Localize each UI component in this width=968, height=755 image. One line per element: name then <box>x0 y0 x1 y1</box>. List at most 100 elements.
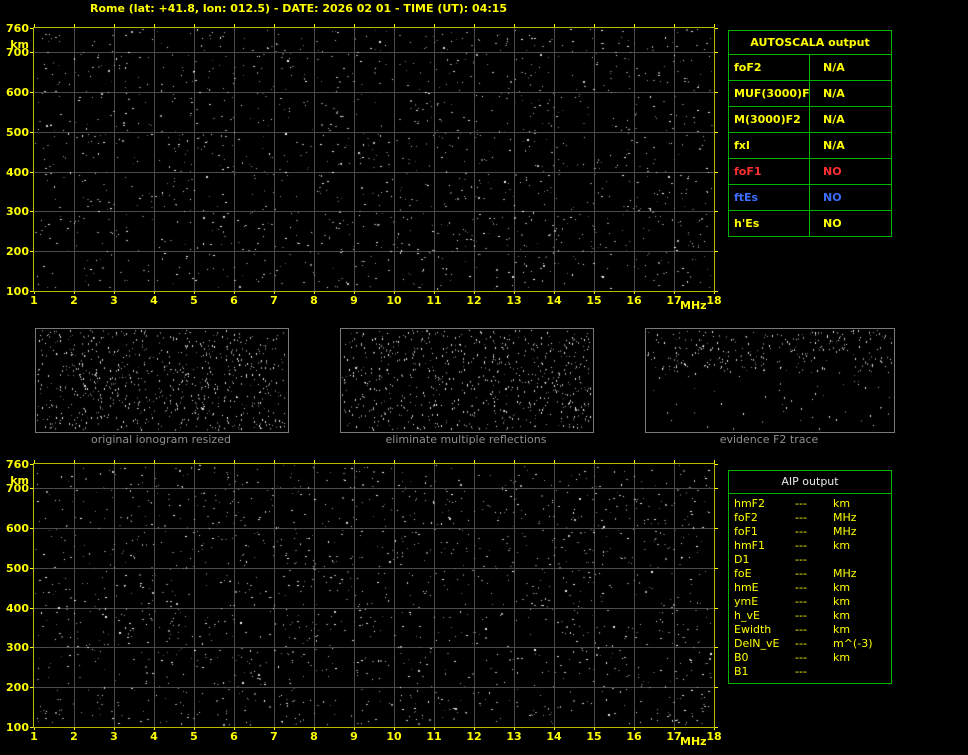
panel-caption: eliminate multiple reflections <box>385 433 547 446</box>
x-axis-tick-label: 3 <box>110 730 118 743</box>
x-axis-tick <box>74 292 75 294</box>
x-axis-tick <box>434 460 435 463</box>
x-axis-tick-label: 14 <box>546 294 562 307</box>
noise-canvas <box>646 329 894 432</box>
x-axis-tick <box>394 24 395 27</box>
y-axis-tick <box>30 727 33 728</box>
x-axis-tick <box>714 292 715 294</box>
x-axis-tick <box>314 460 315 463</box>
aip-param-unit: m^(-3) <box>833 637 873 650</box>
x-axis-tick <box>554 24 555 27</box>
x-axis-tick <box>594 728 595 730</box>
aip-row: B1 --- <box>729 665 891 679</box>
x-axis-unit-label: MHz <box>680 299 707 312</box>
aip-table: AIP output hmF2 --- km foF2 --- MHz foF1 --- MHz… <box>728 470 892 684</box>
aip-param-value: --- <box>795 637 807 650</box>
station-date-title: Rome (lat: +41.8, lon: 012.5) - DATE: 20… <box>90 2 508 15</box>
aip-param-value: --- <box>795 609 807 622</box>
aip-param-value: --- <box>795 497 807 510</box>
aip-row: Ewidth --- km <box>729 623 891 637</box>
aip-row: hmE --- km <box>729 581 891 595</box>
y-axis-tick <box>715 171 718 173</box>
y-axis-tick-label: 200 <box>6 245 29 259</box>
x-axis-tick <box>154 24 155 27</box>
x-axis-tick-label: 1 <box>30 294 38 307</box>
x-axis-tick <box>474 24 475 27</box>
aip-param-value: --- <box>795 581 807 594</box>
y-axis-tick <box>715 291 718 292</box>
x-axis-tick <box>234 460 235 463</box>
x-axis-tick <box>34 460 35 463</box>
x-axis-tick-label: 15 <box>586 730 602 743</box>
noise-canvas <box>34 464 714 727</box>
aip-param-name: B1 <box>734 665 749 678</box>
aip-row: D1 --- <box>729 553 891 567</box>
y-axis-tick <box>30 527 33 529</box>
x-axis-tick <box>474 292 475 294</box>
aip-param-name: DelN_vE <box>734 637 780 650</box>
panel-caption: evidence F2 trace <box>719 433 819 446</box>
y-axis-tick-label: 300 <box>6 641 29 655</box>
x-axis-tick <box>634 292 635 294</box>
x-axis-tick <box>234 728 235 730</box>
x-axis-tick <box>34 728 35 730</box>
x-axis-tick <box>194 24 195 27</box>
aip-param-unit: km <box>833 581 851 594</box>
aip-row: DelN_vE --- m^(-3) <box>729 637 891 651</box>
y-axis-tick <box>30 687 33 689</box>
autoscala-param-value: N/A <box>823 87 845 100</box>
x-axis-tick <box>514 292 515 294</box>
x-axis-tick <box>474 728 475 730</box>
x-axis-tick <box>234 24 235 27</box>
y-axis-tick <box>715 487 718 489</box>
autoscala-param-value: NO <box>823 191 842 204</box>
aip-param-unit: km <box>833 609 851 622</box>
x-axis-tick <box>674 460 675 463</box>
aip-param-unit: MHz <box>833 525 857 538</box>
noise-canvas <box>341 329 593 432</box>
autoscala-row: foF2 N/A <box>729 55 891 81</box>
x-axis-tick-label: 10 <box>386 730 402 743</box>
y-axis-tick <box>30 51 33 53</box>
x-axis-tick <box>634 728 635 730</box>
x-axis-tick <box>34 292 35 294</box>
x-axis-tick <box>554 728 555 730</box>
x-axis-tick-label: 10 <box>386 294 402 307</box>
x-axis-tick-label: 13 <box>506 294 522 307</box>
aip-row: hmF1 --- km <box>729 539 891 553</box>
aip-param-value: --- <box>795 525 807 538</box>
x-axis-tick-label: 2 <box>70 294 78 307</box>
y-axis-tick <box>715 527 718 529</box>
x-axis-tick-label: 11 <box>426 294 442 307</box>
x-axis-tick <box>314 728 315 730</box>
autoscala-param-label: foF2 <box>729 55 810 80</box>
autoscala-param-label: ftEs <box>729 185 810 210</box>
x-axis-tick <box>394 460 395 463</box>
aip-param-value: --- <box>795 539 807 552</box>
x-axis-tick-label: 4 <box>150 294 158 307</box>
autoscala-table-body: foF2 N/A MUF(3000)F2 N/A M(3000)F2 N/A fxI N/A f… <box>729 55 891 236</box>
y-axis-tick <box>715 464 718 465</box>
x-axis-tick-label: 5 <box>190 294 198 307</box>
aip-param-unit: km <box>833 595 851 608</box>
y-axis-tick-label: 300 <box>6 205 29 219</box>
x-axis-tick <box>434 728 435 730</box>
aip-param-unit: km <box>833 539 851 552</box>
y-axis-tick <box>715 211 718 213</box>
y-axis-tick <box>30 464 33 465</box>
autoscala-param-label: foF1 <box>729 159 810 184</box>
y-axis-tick <box>715 251 718 253</box>
autoscala-output-screen: Rome (lat: +41.8, lon: 012.5) - DATE: 20… <box>0 0 968 755</box>
x-axis-tick <box>474 460 475 463</box>
autoscala-table-header: AUTOSCALA output <box>729 31 891 55</box>
y-axis-tick <box>30 171 33 173</box>
aip-param-unit: km <box>833 623 851 636</box>
x-axis-tick-label: 3 <box>110 294 118 307</box>
x-axis-tick <box>114 460 115 463</box>
aip-param-unit: MHz <box>833 511 857 524</box>
autoscala-row: h'Es NO <box>729 211 891 236</box>
x-axis-tick <box>74 460 75 463</box>
aip-row: foE --- MHz <box>729 567 891 581</box>
autoscala-param-label: h'Es <box>729 211 810 236</box>
y-axis-tick <box>30 567 33 569</box>
